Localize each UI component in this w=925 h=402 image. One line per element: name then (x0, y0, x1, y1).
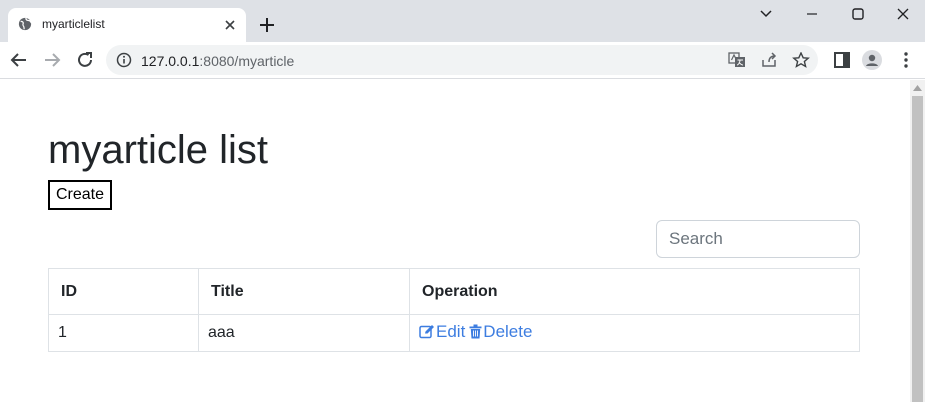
back-icon[interactable] (9, 50, 29, 70)
scrollbar-thumb[interactable] (912, 96, 923, 402)
trash-icon (469, 324, 482, 339)
tab-title: myarticlelist (42, 17, 105, 31)
share-icon[interactable] (760, 52, 778, 68)
page-viewport: myarticle list Create ID Title Operation… (0, 80, 910, 402)
create-button[interactable]: Create (48, 180, 113, 210)
delete-link[interactable]: Delete (469, 322, 532, 342)
side-panel-icon[interactable] (832, 50, 852, 70)
plus-icon[interactable] (258, 16, 276, 34)
edit-label: Edit (436, 321, 466, 341)
globe-icon (18, 17, 32, 31)
search-input[interactable] (656, 220, 860, 258)
tab-strip: myarticlelist (0, 0, 925, 42)
delete-label: Delete (483, 321, 533, 341)
profile-icon[interactable] (862, 50, 882, 70)
column-header-title: Title (198, 268, 410, 315)
url-text: 127.0.0.1:8080/myarticle (141, 53, 294, 69)
minimize-icon[interactable] (802, 6, 822, 22)
reload-icon[interactable] (75, 50, 95, 70)
cell-title: aaa (198, 314, 410, 352)
maximize-icon[interactable] (848, 6, 868, 22)
info-icon[interactable] (116, 52, 132, 68)
star-icon[interactable] (792, 52, 810, 68)
article-table: ID Title Operation 1 aaa Edit Delete (48, 268, 860, 352)
table-header-row: ID Title Operation (48, 268, 860, 315)
close-icon[interactable] (222, 17, 238, 33)
scroll-up-arrow-icon[interactable] (913, 84, 922, 92)
cell-operation: Edit Delete (409, 314, 860, 352)
close-window-icon[interactable] (893, 6, 913, 22)
vertical-scrollbar[interactable] (910, 80, 925, 402)
table-row: 1 aaa Edit Delete (48, 314, 860, 352)
edit-link[interactable]: Edit (419, 322, 465, 342)
browser-toolbar: 127.0.0.1:8080/myarticle (0, 42, 925, 79)
address-bar[interactable]: 127.0.0.1:8080/myarticle (106, 45, 818, 75)
browser-tab[interactable]: myarticlelist (8, 8, 246, 42)
chevron-down-icon[interactable] (756, 6, 776, 22)
url-host: 127.0.0.1 (141, 53, 200, 69)
forward-icon[interactable] (42, 50, 62, 70)
cell-id: 1 (48, 314, 199, 352)
edit-icon (419, 325, 434, 339)
translate-icon[interactable] (728, 52, 746, 68)
more-icon[interactable] (896, 50, 916, 70)
column-header-id: ID (48, 268, 199, 315)
url-path: :8080/myarticle (199, 53, 295, 69)
column-header-operation: Operation (409, 268, 860, 315)
page-title: myarticle list (48, 128, 269, 172)
